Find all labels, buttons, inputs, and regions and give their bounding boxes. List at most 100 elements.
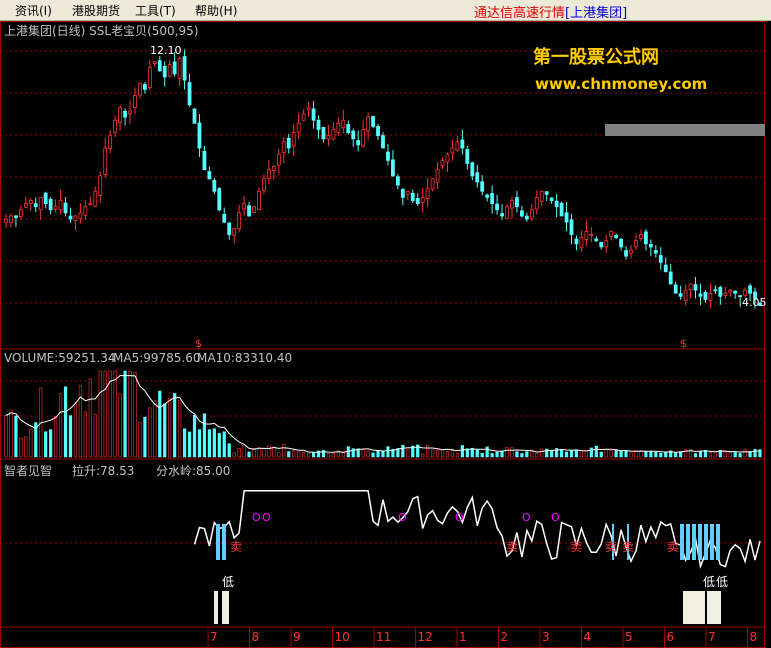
volume-bar [743,449,747,458]
volume-bar [406,449,410,458]
candle-body [242,203,247,210]
volume-bar [267,445,271,458]
low-signal-label: 低 [716,575,728,589]
candle-body [510,200,514,209]
date-label: 4 [584,630,592,644]
candle-body [38,197,43,211]
candle-body [614,234,619,239]
volume-bar [421,453,425,458]
volume-bar [68,415,73,458]
candle-body [743,289,748,296]
volume-bar [212,428,216,458]
candle-body [138,82,142,96]
volume-bar [604,449,608,458]
candle-body [460,139,465,149]
volume-bar [579,450,584,458]
signal-bar [704,524,708,560]
volume-bar [515,451,519,458]
candle-body [395,176,400,186]
candle-body [713,289,718,292]
date-label: 2 [501,630,509,644]
volume-bar [520,453,524,458]
low-bar [222,591,229,624]
volume-bar [54,416,58,458]
volume-bar [475,449,479,458]
candle-body [400,189,405,198]
o-signal-label: O [252,511,261,524]
app-title-main: 通达信高速行情 [474,6,566,21]
volume-bar [674,452,678,458]
candle-body [147,67,152,89]
candle-body [237,212,242,230]
volume-bar [192,414,197,458]
volume-bar [525,451,529,458]
date-label: 5 [625,630,633,644]
volume-bar [128,371,132,458]
candle-body [678,293,683,297]
candle-body [554,200,559,208]
candle-body [271,166,276,171]
volume-bar [435,449,440,458]
volume-ma10: MA10:83310.40 [197,351,292,365]
candle-body [381,135,385,149]
menu-item-info[interactable]: 资讯(I) [15,2,52,19]
volume-bar [168,398,172,458]
volume-bar [73,403,78,458]
candle-body [485,194,490,198]
volume-bar [371,452,375,458]
signal-bar [680,524,684,560]
candle-body [455,141,460,151]
candle-body [639,234,643,239]
volume-bar [113,370,117,458]
candle-body [128,110,132,115]
volume-bar [485,446,489,458]
volume-bar [495,451,499,458]
volume-bar [614,450,618,458]
volume-bar [58,393,63,458]
signal-bar [710,524,714,560]
candle-body [227,222,232,235]
candle-body [515,197,519,208]
watermark-url: www.chnmoney.com [535,75,707,93]
menu-item-tools[interactable]: 工具(T) [135,2,176,19]
candle-body [544,191,549,195]
candle-body [281,141,286,153]
candle-body [18,209,23,218]
candle-body [142,84,147,90]
menu-item-help[interactable]: 帮助(H) [195,2,237,19]
date-label: 8 [252,630,260,644]
candle-body [500,213,504,217]
volume-bar [262,448,266,458]
candle-body [658,255,663,263]
volume-bar [326,453,331,458]
volume-bar [455,453,460,458]
candle-body [653,250,658,254]
indicator-series: 卖卖卖卖卖卖低低低O O O O O O [193,490,761,624]
candle-body [172,61,177,75]
volume-bar [440,449,445,458]
volume-bar [693,453,698,458]
volume-bar [182,428,187,458]
candle-body [247,205,251,217]
candle-body [405,190,410,195]
candle-body [604,240,609,248]
candle-body [14,215,18,218]
date-label: 10 [335,630,350,644]
volume-bar [649,450,653,458]
volume-bar [24,436,28,458]
stock-chart[interactable]: 上港集团(日线) SSL老宝贝(500,95) 第一股票公式网 www.chnm… [0,21,771,648]
candle-body [118,107,122,123]
volume-bar [163,403,167,458]
volume-bar [505,447,509,458]
volume-bar [282,443,286,458]
candle-body [48,198,53,211]
date-label: 8 [750,630,758,644]
candle-body [351,130,356,140]
volume-bar [376,450,380,458]
signal-bar [222,524,226,560]
o-signal-label: O [398,511,407,524]
volume-bar [237,448,241,458]
candle-body [415,197,420,205]
candle-body [291,132,296,147]
menu-item-hk-futures[interactable]: 港股期货 [72,2,120,19]
